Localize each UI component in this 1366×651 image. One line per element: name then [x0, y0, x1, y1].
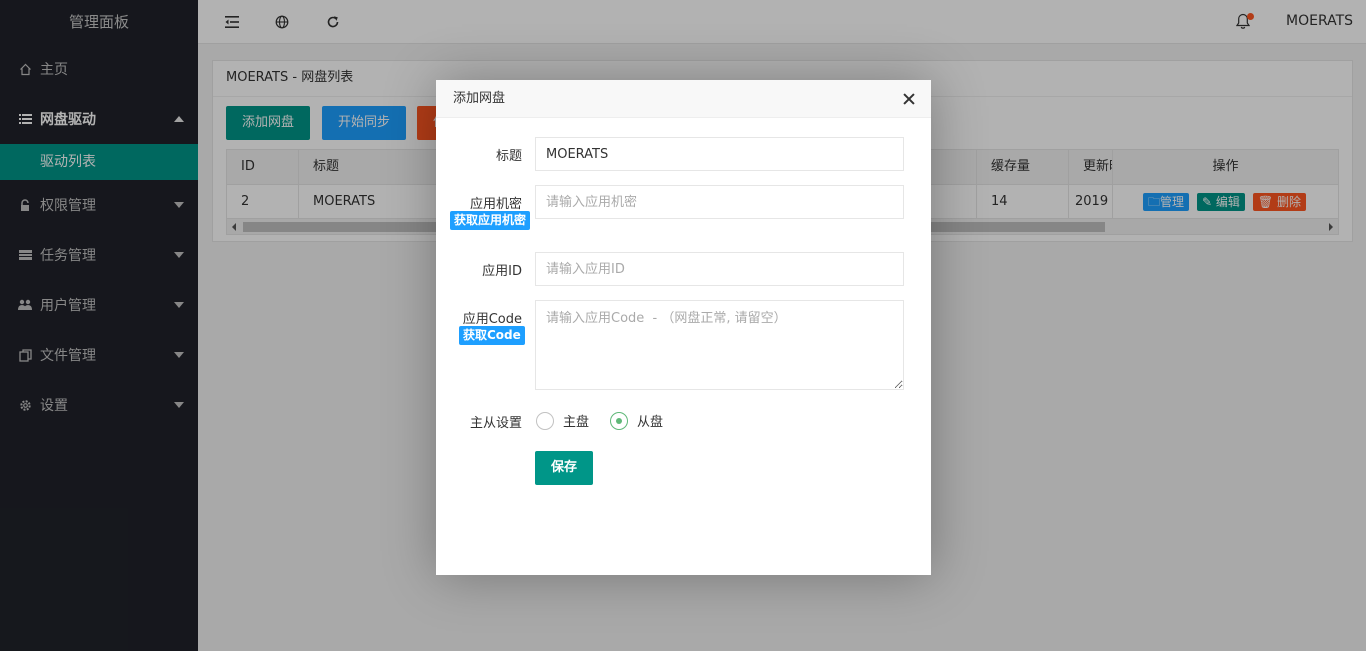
modal-header: 添加网盘	[436, 80, 931, 118]
secret-label: 应用机密	[469, 197, 522, 212]
radio-slave-label: 从盘	[637, 415, 664, 430]
modal-title: 添加网盘	[453, 91, 506, 106]
title-label: 标题	[495, 149, 522, 164]
title-input[interactable]	[535, 137, 904, 171]
code-textarea[interactable]	[535, 300, 904, 390]
radio-checked-icon	[610, 411, 628, 430]
secret-input[interactable]	[535, 185, 904, 219]
close-icon[interactable]	[901, 91, 917, 107]
get-secret-button[interactable]: 获取应用机密	[450, 211, 531, 230]
get-code-button[interactable]: 获取Code	[459, 326, 525, 345]
add-drive-modal: 添加网盘 标题 应用机密 获取应用机密 应用ID 应用Code 获取Code 主…	[436, 80, 931, 575]
code-label: 应用Code	[462, 312, 522, 327]
radio-master[interactable]: 主盘	[536, 411, 589, 430]
master-slave-label: 主从设置	[469, 416, 522, 431]
radio-circle-icon	[536, 411, 554, 430]
save-button[interactable]: 保存	[535, 451, 593, 485]
appid-input[interactable]	[535, 252, 904, 286]
appid-label: 应用ID	[482, 264, 522, 279]
radio-master-label: 主盘	[563, 415, 590, 430]
radio-slave[interactable]: 从盘	[610, 411, 663, 430]
